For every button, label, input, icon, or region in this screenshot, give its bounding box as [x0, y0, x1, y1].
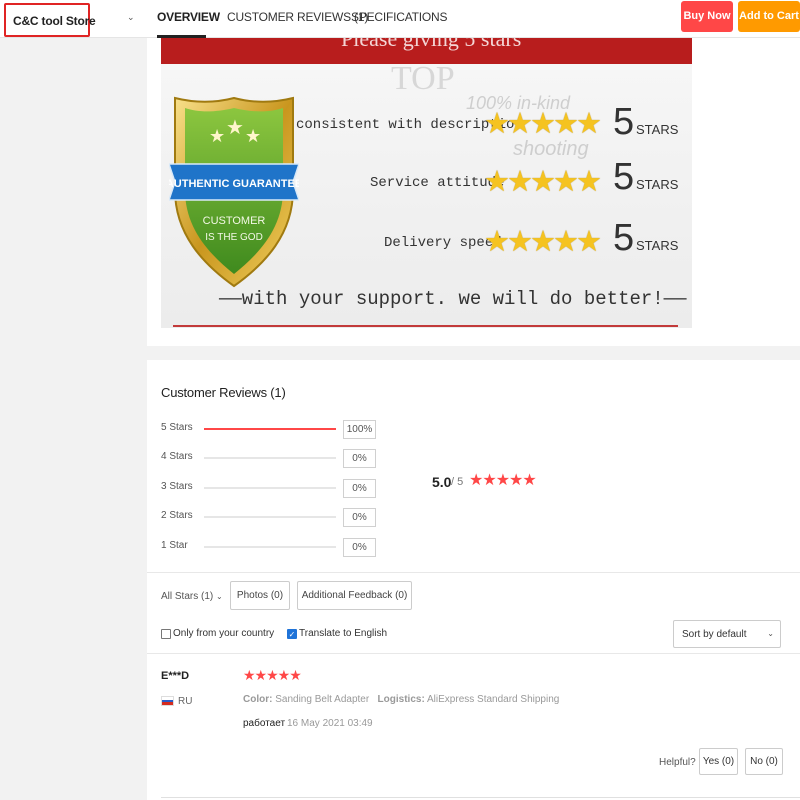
- top-nav-bar: C&C tool Store ⌄ OVERVIEW CUSTOMER REVIE…: [0, 0, 800, 38]
- review-stars: ★★★★★: [243, 667, 302, 683]
- banner-top-text: Please giving 5 stars: [341, 38, 522, 51]
- distribution-bar: [204, 546, 336, 548]
- watermark-line2: shooting: [513, 138, 589, 160]
- distribution-bar: [204, 516, 336, 518]
- badge-ribbon-text: AUTHENTIC GUARANTEE: [169, 178, 299, 190]
- filter-divider: [147, 572, 800, 573]
- review-list-divider: [147, 653, 800, 654]
- banner-bottom-line: [173, 325, 678, 327]
- rating-suffix-delivery: STARS: [636, 238, 679, 253]
- russia-flag-icon: [161, 696, 174, 706]
- photos-filter-button[interactable]: Photos (0): [230, 581, 290, 610]
- sort-select-value: Sort by default: [682, 629, 747, 640]
- rating-num-service: 5: [613, 156, 635, 198]
- helpful-yes-button[interactable]: Yes (0): [699, 748, 738, 775]
- distribution-bar: [204, 457, 336, 459]
- watermark-top: TOP: [391, 60, 455, 97]
- tab-specifications[interactable]: SPECIFICATIONS: [351, 10, 448, 24]
- buy-now-button[interactable]: Buy Now: [681, 1, 733, 32]
- logistics-value: AliExpress Standard Shipping: [427, 694, 560, 705]
- review-bottom-divider: [161, 797, 800, 798]
- distribution-percent: 100%: [343, 420, 376, 439]
- all-stars-filter[interactable]: All Stars (1) ⌄: [161, 591, 223, 602]
- rating-num-delivery: 5: [613, 217, 635, 259]
- reviewer-country: RU: [178, 696, 193, 707]
- reviews-title: Customer Reviews (1): [161, 385, 286, 400]
- rating-stars-delivery: ★★★★★: [484, 226, 602, 258]
- badge-line2: IS THE GOD: [205, 232, 263, 243]
- review-date: 16 May 2021 03:49: [287, 718, 373, 729]
- helpful-no-button[interactable]: No (0): [745, 748, 783, 775]
- rating-suffix-description: STARS: [636, 122, 679, 137]
- tab-customer-reviews[interactable]: CUSTOMER REVIEWS (1): [227, 10, 368, 24]
- badge-line1: CUSTOMER: [203, 215, 266, 227]
- average-score-suffix: / 5: [451, 476, 464, 488]
- color-label: Color:: [243, 694, 273, 705]
- distribution-label: 4 Stars: [161, 451, 193, 462]
- distribution-label: 3 Stars: [161, 481, 193, 492]
- tab-overview[interactable]: OVERVIEW: [157, 10, 220, 24]
- review-text: работает: [243, 718, 286, 729]
- distribution-label: 2 Stars: [161, 510, 193, 521]
- store-name: C&C tool Store: [13, 14, 96, 28]
- reviewer-name: E***D: [161, 670, 190, 682]
- distribution-bar-fill: [204, 428, 336, 430]
- authentic-guarantee-badge-icon: ★ ★ ★ AUTHENTIC GUARANTEE CUSTOMER IS TH…: [169, 96, 299, 288]
- review-meta: Color: Sanding Belt Adapter Logistics: A…: [243, 694, 559, 705]
- rating-suffix-service: STARS: [636, 177, 679, 192]
- distribution-bar: [204, 487, 336, 489]
- svg-text:★: ★: [226, 117, 244, 139]
- logistics-label: Logistics:: [377, 694, 425, 705]
- distribution-percent: 0%: [343, 479, 376, 498]
- average-score: 5.0: [432, 474, 452, 490]
- chevron-down-icon: ⌄: [216, 592, 223, 601]
- rating-stars-service: ★★★★★: [484, 166, 602, 198]
- distribution-percent: 0%: [343, 508, 376, 527]
- distribution-label: 5 Stars: [161, 422, 193, 433]
- only-your-country-label: Only from your country: [173, 628, 275, 639]
- distribution-percent: 0%: [343, 449, 376, 468]
- all-stars-label: All Stars (1): [161, 591, 214, 602]
- support-message: ——with your support. we will do better!—…: [219, 288, 687, 310]
- customer-reviews-panel: [147, 360, 800, 800]
- product-description-banner: Please giving 5 stars TOP 100% in-kind s…: [161, 38, 692, 328]
- translate-checkbox[interactable]: ✓: [287, 629, 297, 639]
- only-your-country-checkbox[interactable]: [161, 629, 171, 639]
- distribution-bar: [204, 428, 336, 430]
- helpful-label: Helpful?: [659, 757, 696, 768]
- translate-label: Translate to English: [299, 628, 388, 639]
- rating-num-description: 5: [613, 101, 635, 143]
- additional-feedback-button[interactable]: Additional Feedback (0): [297, 581, 412, 610]
- rating-stars-description: ★★★★★: [484, 108, 602, 140]
- color-value: Sanding Belt Adapter: [275, 694, 370, 705]
- chevron-down-icon[interactable]: ⌄: [127, 12, 135, 23]
- distribution-percent: 0%: [343, 538, 376, 557]
- store-name-box[interactable]: C&C tool Store: [4, 3, 96, 37]
- add-to-cart-button[interactable]: Add to Cart: [738, 1, 800, 32]
- average-stars: ★★★★★: [469, 472, 537, 489]
- svg-text:★: ★: [209, 126, 225, 146]
- chevron-down-icon: ⌄: [767, 629, 774, 638]
- svg-text:★: ★: [245, 126, 261, 146]
- distribution-label: 1 Star: [161, 540, 188, 551]
- sort-select[interactable]: Sort by default ⌄: [673, 620, 781, 648]
